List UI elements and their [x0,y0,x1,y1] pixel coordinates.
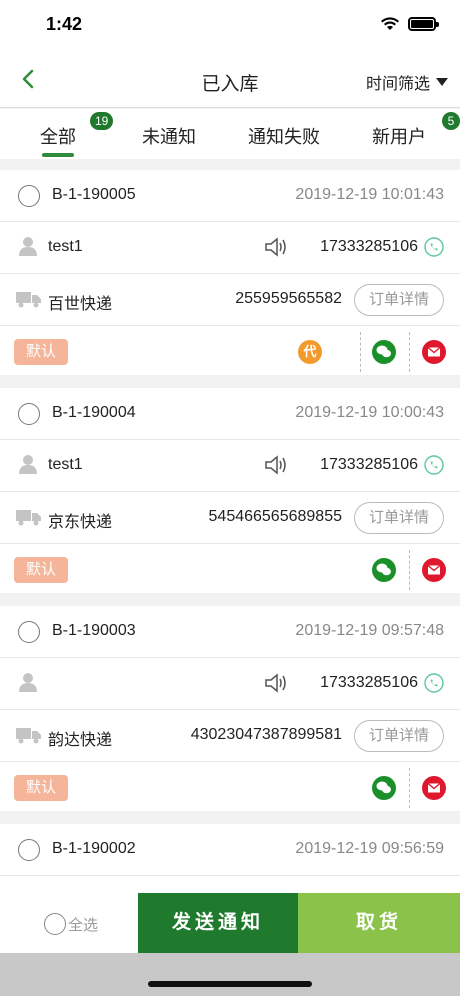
action-row: 默认 [0,762,460,814]
truck-icon [16,292,41,308]
order-time: 2019-12-19 09:56:59 [295,840,444,857]
wechat-icon[interactable] [372,558,396,582]
person-icon [19,673,37,692]
action-row: 默认 [0,544,460,596]
divider [409,550,410,590]
nav-bar: 已入库 时间筛选 [0,50,460,108]
tab-unnotified[interactable]: 未通知 [142,123,196,149]
tab-all-badge: 19 [90,112,114,130]
tab-notify-failed[interactable]: 通知失败 [248,123,320,149]
order-time: 2019-12-19 09:57:48 [295,622,444,639]
order-time: 2019-12-19 10:01:43 [295,186,444,203]
order-code: B-1-190004 [52,404,136,421]
phone-number: 17333285106 [320,238,418,255]
time-filter-label: 时间筛选 [365,76,430,93]
speaker-icon[interactable] [264,672,288,694]
order-card: B-1-190002 2019-12-19 09:56:59 [0,824,460,899]
tab-bar: 全部 未通知 通知失败 新用户 [0,109,460,159]
recipient-row: test1 17333285106 [0,440,460,492]
courier-row: 京东快递 545466565689855 订单详情 [0,492,460,544]
courier-name: 韵达快递 [48,732,113,749]
order-detail-button[interactable]: 订单详情 [354,720,444,752]
tab-all[interactable]: 全部 [40,123,76,149]
battery-icon [408,17,439,31]
tracking-number: 43023047387899581 [190,726,342,743]
speaker-icon[interactable] [264,454,288,476]
default-tag: 默认 [14,557,68,583]
agent-icon[interactable]: 代 [298,340,322,364]
action-row: 默认 代 [0,326,460,378]
mail-icon[interactable] [422,340,446,364]
order-header-row: B-1-190003 2019-12-19 09:57:48 [0,606,460,658]
caret-down-icon [436,78,448,86]
order-header-row: B-1-190005 2019-12-19 10:01:43 [0,170,460,222]
select-all-toggle[interactable]: 全选 [44,913,98,935]
order-code: B-1-190003 [52,622,136,639]
select-radio[interactable] [18,621,40,643]
courier-row: 韵达快递 43023047387899581 订单详情 [0,710,460,762]
phone-number: 17333285106 [320,456,418,473]
status-bar: 1:42 [0,0,460,50]
order-time: 2019-12-19 10:00:43 [295,404,444,421]
bottom-action-bar: 全选 发送通知 取货 [0,893,460,953]
truck-icon [16,728,41,744]
person-icon [19,237,37,256]
order-card: B-1-190004 2019-12-19 10:00:43 test1 173… [0,388,460,593]
courier-name: 京东快递 [48,514,113,531]
recipient-name: test1 [48,238,83,255]
order-header-row: B-1-190002 2019-12-19 09:56:59 [0,824,460,876]
order-code: B-1-190002 [52,840,136,857]
mail-icon[interactable] [422,558,446,582]
order-card: B-1-190003 2019-12-19 09:57:48 173332851… [0,606,460,811]
phone-call-icon[interactable] [424,455,444,475]
select-radio[interactable] [18,185,40,207]
tab-new-user[interactable]: 新用户 [372,123,426,149]
tab-new-user-badge: 5 [442,112,460,130]
default-tag: 默认 [14,775,68,801]
order-header-row: B-1-190004 2019-12-19 10:00:43 [0,388,460,440]
select-radio[interactable] [18,839,40,861]
home-indicator-area [0,953,460,996]
order-code: B-1-190005 [52,186,136,203]
status-time: 1:42 [46,14,83,34]
time-filter-button[interactable]: 时间筛选 [366,70,448,94]
order-card: B-1-190005 2019-12-19 10:01:43 test1 173… [0,170,460,375]
wechat-icon[interactable] [372,340,396,364]
send-notification-button[interactable]: 发送通知 [138,893,298,953]
recipient-name: test1 [48,456,83,473]
courier-name: 百世快递 [48,296,113,313]
order-detail-button[interactable]: 订单详情 [354,502,444,534]
divider [409,332,410,372]
order-detail-button[interactable]: 订单详情 [354,284,444,316]
tab-active-indicator [42,153,74,157]
truck-icon [16,510,41,526]
courier-row: 百世快递 255959565582 订单详情 [0,274,460,326]
divider [360,332,361,372]
wifi-icon [381,17,399,30]
home-indicator[interactable] [148,981,312,987]
select-all-label: 全选 [68,916,99,934]
speaker-icon[interactable] [264,236,288,258]
tracking-number: 255959565582 [235,290,342,307]
mail-icon[interactable] [422,776,446,800]
status-icons [380,16,439,32]
divider [409,768,410,808]
recipient-row: 17333285106 [0,658,460,710]
person-icon [19,455,37,474]
default-tag: 默认 [14,339,68,365]
select-radio[interactable] [18,403,40,425]
recipient-row: test1 17333285106 [0,222,460,274]
pickup-button[interactable]: 取货 [298,893,460,953]
phone-call-icon[interactable] [424,237,444,257]
tracking-number: 545466565689855 [208,508,342,525]
select-all-radio[interactable] [44,913,66,935]
phone-number: 17333285106 [320,674,418,691]
phone-call-icon[interactable] [424,673,444,693]
wechat-icon[interactable] [372,776,396,800]
